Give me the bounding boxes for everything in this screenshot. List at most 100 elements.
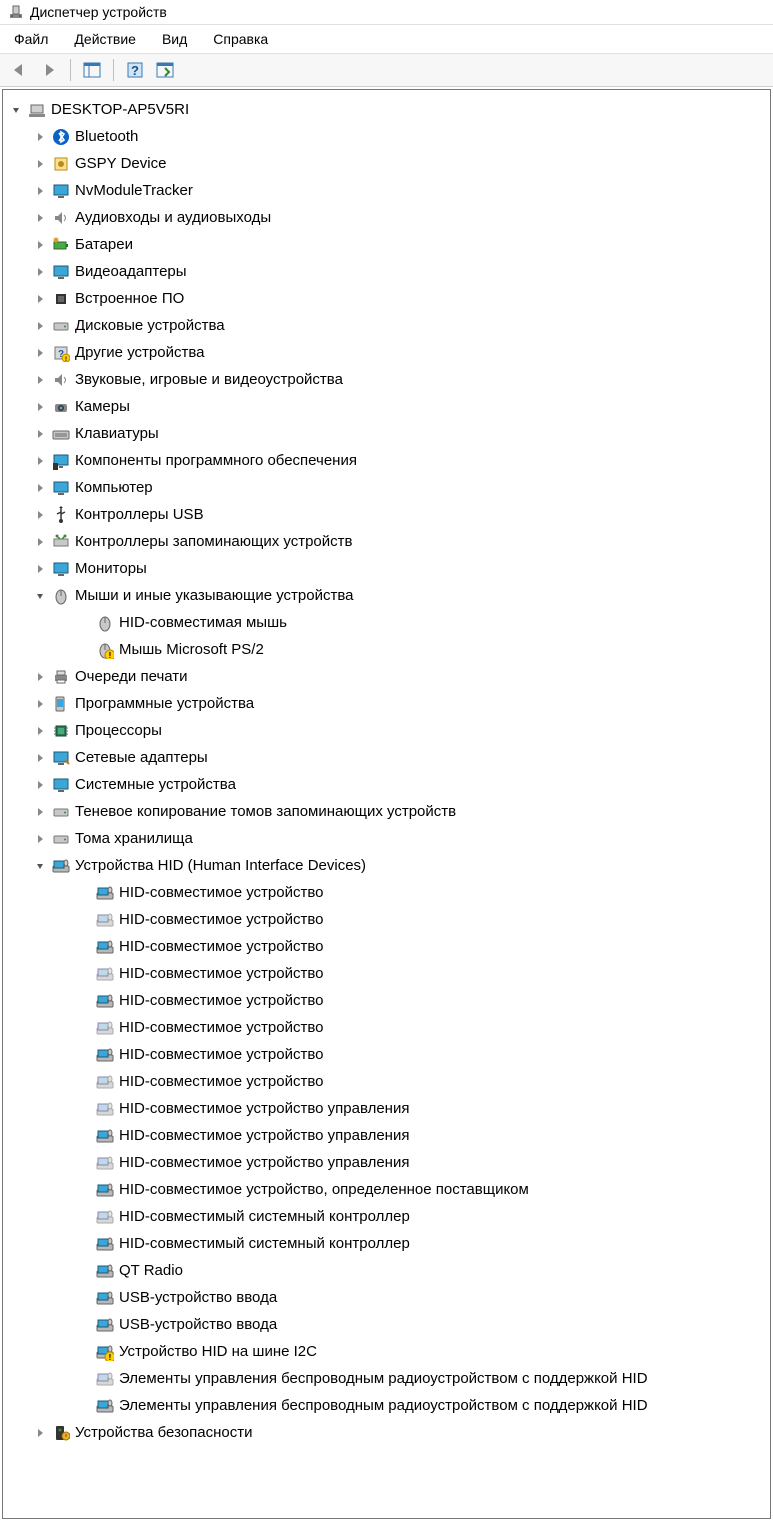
tree-device[interactable]: !Мышь Microsoft PS/2 [5, 636, 768, 663]
menu-file[interactable]: Файл [10, 29, 52, 49]
expander-icon[interactable] [35, 483, 51, 493]
expander-icon[interactable] [35, 753, 51, 763]
back-button[interactable] [6, 57, 32, 83]
tree-device[interactable]: QT Radio [5, 1257, 768, 1284]
tree-category[interactable]: Батареи [5, 231, 768, 258]
tree-device[interactable]: HID-совместимое устройство [5, 987, 768, 1014]
expander-icon[interactable] [35, 429, 51, 439]
tree-device[interactable]: HID-совместимое устройство [5, 1041, 768, 1068]
expander-icon[interactable] [35, 1428, 51, 1438]
menu-action[interactable]: Действие [70, 29, 140, 49]
menubar: Файл Действие Вид Справка [0, 25, 773, 54]
tree-root[interactable]: DESKTOP-AP5V5RI [5, 96, 768, 123]
tree-category[interactable]: Компоненты программного обеспечения [5, 447, 768, 474]
node-label: USB-устройство ввода [119, 1289, 277, 1306]
tree-category[interactable]: Встроенное ПО [5, 285, 768, 312]
disk-icon [51, 802, 71, 822]
tree-category[interactable]: Теневое копирование томов запоминающих у… [5, 798, 768, 825]
node-label: HID-совместимое устройство [119, 911, 324, 928]
menu-help[interactable]: Справка [209, 29, 272, 49]
tree-category[interactable]: Системные устройства [5, 771, 768, 798]
expander-icon[interactable] [35, 726, 51, 736]
hid-icon [95, 1126, 115, 1146]
tree-device[interactable]: HID-совместимое устройство управления [5, 1149, 768, 1176]
hid-dim-icon [95, 1072, 115, 1092]
tree-category[interactable]: Устройства безопасности [5, 1419, 768, 1446]
expander-icon[interactable] [35, 267, 51, 277]
expander-icon[interactable] [35, 321, 51, 331]
expander-icon[interactable] [35, 807, 51, 817]
tree-category[interactable]: Дисковые устройства [5, 312, 768, 339]
tree-category[interactable]: Тома хранилища [5, 825, 768, 852]
node-label: USB-устройство ввода [119, 1316, 277, 1333]
tree-category[interactable]: Очереди печати [5, 663, 768, 690]
expander-icon[interactable] [35, 780, 51, 790]
tree-category[interactable]: Процессоры [5, 717, 768, 744]
tree-category[interactable]: Сетевые адаптеры [5, 744, 768, 771]
expander-icon[interactable] [11, 105, 27, 115]
tree-category[interactable]: ?!Другие устройства [5, 339, 768, 366]
tree-device[interactable]: !Устройство HID на шине I2C [5, 1338, 768, 1365]
forward-button[interactable] [36, 57, 62, 83]
expander-icon[interactable] [35, 591, 51, 601]
node-label: HID-совместимое устройство управления [119, 1127, 409, 1144]
device-tree[interactable]: DESKTOP-AP5V5RIBluetoothGSPY DeviceNvMod… [2, 89, 771, 1519]
tree-category[interactable]: Bluetooth [5, 123, 768, 150]
menu-view[interactable]: Вид [158, 29, 191, 49]
tree-device[interactable]: HID-совместимый системный контроллер [5, 1203, 768, 1230]
tree-category[interactable]: Камеры [5, 393, 768, 420]
tree-category[interactable]: Компьютер [5, 474, 768, 501]
keyboard-icon [51, 424, 71, 444]
tree-category[interactable]: Мониторы [5, 555, 768, 582]
tree-category[interactable]: Контроллеры USB [5, 501, 768, 528]
expander-icon[interactable] [35, 537, 51, 547]
expander-icon[interactable] [35, 861, 51, 871]
tree-device[interactable]: Элементы управления беспроводным радиоус… [5, 1365, 768, 1392]
tree-device[interactable]: HID-совместимая мышь [5, 609, 768, 636]
disk-icon [51, 829, 71, 849]
expander-icon[interactable] [35, 564, 51, 574]
tree-device[interactable]: USB-устройство ввода [5, 1284, 768, 1311]
expander-icon[interactable] [35, 213, 51, 223]
expander-icon[interactable] [35, 510, 51, 520]
tree-device[interactable]: HID-совместимое устройство [5, 933, 768, 960]
tree-device[interactable]: HID-совместимое устройство [5, 906, 768, 933]
expander-icon[interactable] [35, 294, 51, 304]
expander-icon[interactable] [35, 672, 51, 682]
tree-category[interactable]: Контроллеры запоминающих устройств [5, 528, 768, 555]
expander-icon[interactable] [35, 240, 51, 250]
expander-icon[interactable] [35, 348, 51, 358]
expander-icon[interactable] [35, 834, 51, 844]
expander-icon[interactable] [35, 159, 51, 169]
show-hide-tree-button[interactable] [79, 57, 105, 83]
tree-device[interactable]: HID-совместимое устройство, определенное… [5, 1176, 768, 1203]
tree-category[interactable]: NvModuleTracker [5, 177, 768, 204]
tree-category[interactable]: Программные устройства [5, 690, 768, 717]
tree-category[interactable]: Устройства HID (Human Interface Devices) [5, 852, 768, 879]
tree-device[interactable]: HID-совместимое устройство [5, 1068, 768, 1095]
expander-icon[interactable] [35, 375, 51, 385]
tree-category[interactable]: Аудиовходы и аудиовыходы [5, 204, 768, 231]
tree-device[interactable]: HID-совместимое устройство [5, 960, 768, 987]
expander-icon[interactable] [35, 456, 51, 466]
help-button[interactable]: ? [122, 57, 148, 83]
tree-category[interactable]: Клавиатуры [5, 420, 768, 447]
tree-category[interactable]: GSPY Device [5, 150, 768, 177]
expander-icon[interactable] [35, 699, 51, 709]
tree-device[interactable]: USB-устройство ввода [5, 1311, 768, 1338]
scan-hardware-button[interactable] [152, 57, 178, 83]
tree-device[interactable]: Элементы управления беспроводным радиоус… [5, 1392, 768, 1419]
tree-device[interactable]: HID-совместимое устройство управления [5, 1122, 768, 1149]
tree-device[interactable]: HID-совместимый системный контроллер [5, 1230, 768, 1257]
tree-device[interactable]: HID-совместимое устройство [5, 879, 768, 906]
expander-icon[interactable] [35, 132, 51, 142]
expander-icon[interactable] [35, 402, 51, 412]
node-label: Элементы управления беспроводным радиоус… [119, 1370, 648, 1387]
expander-icon[interactable] [35, 186, 51, 196]
tree-category[interactable]: Мыши и иные указывающие устройства [5, 582, 768, 609]
tree-device[interactable]: HID-совместимое устройство [5, 1014, 768, 1041]
hid-dim-icon [95, 1018, 115, 1038]
tree-category[interactable]: Видеоадаптеры [5, 258, 768, 285]
tree-device[interactable]: HID-совместимое устройство управления [5, 1095, 768, 1122]
tree-category[interactable]: Звуковые, игровые и видеоустройства [5, 366, 768, 393]
